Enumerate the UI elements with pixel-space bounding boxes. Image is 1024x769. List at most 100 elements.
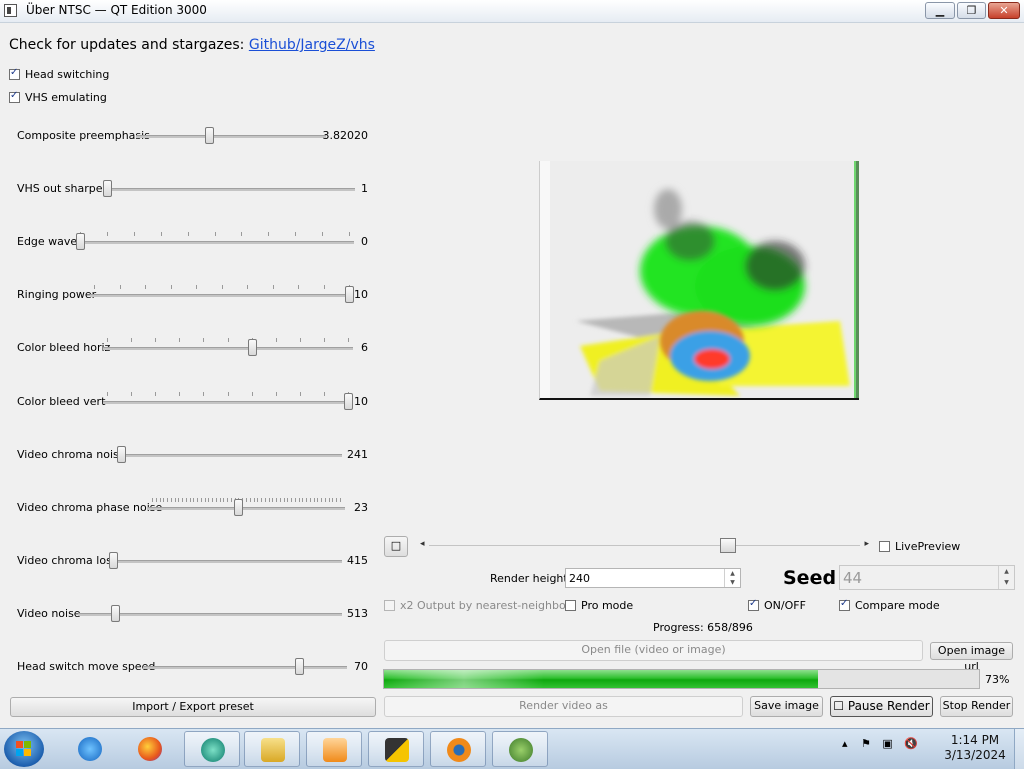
timeline-left-arrow-icon[interactable]: ◂: [420, 539, 425, 549]
volume-muted-icon[interactable]: 🔇: [904, 737, 918, 750]
slider-track[interactable]: [103, 338, 353, 358]
slider-groove: [103, 188, 355, 191]
preview-frame-art: [540, 161, 859, 398]
slider-track[interactable]: [90, 285, 354, 305]
slider-handle[interactable]: [344, 393, 353, 410]
slider-track[interactable]: [143, 657, 347, 677]
import-export-preset-button[interactable]: Import / Export preset: [10, 697, 376, 717]
minimize-button[interactable]: ▁: [925, 2, 955, 19]
slider-handle[interactable]: [103, 180, 112, 197]
slider-groove: [117, 454, 342, 457]
slider-handle[interactable]: [111, 605, 121, 622]
slider-handle[interactable]: [345, 286, 354, 303]
slider-track[interactable]: [103, 179, 355, 199]
pro-mode-checkbox[interactable]: Pro mode: [565, 599, 633, 612]
slider-handle[interactable]: [117, 446, 126, 463]
action-center-flag-icon[interactable]: ⚑: [861, 737, 871, 750]
slider-label: Video noise: [17, 607, 81, 620]
slider-track[interactable]: [148, 498, 345, 518]
checkbox-box[interactable]: [879, 541, 890, 552]
slider-track[interactable]: [76, 232, 354, 252]
compare-mode-checkbox[interactable]: Compare mode: [839, 598, 940, 612]
slider-row: Video chroma loss 415: [17, 551, 368, 571]
live-preview-label: LivePreview: [895, 540, 961, 553]
slider-track[interactable]: [103, 392, 353, 412]
checkbox-box[interactable]: [384, 600, 395, 611]
slider-handle[interactable]: [234, 499, 244, 516]
slider-track[interactable]: [136, 126, 326, 146]
show-hidden-icons-icon[interactable]: ▴: [842, 737, 848, 750]
show-desktop-button[interactable]: [1014, 729, 1024, 769]
slider-row: VHS out sharpen 1: [17, 179, 368, 199]
slider-value: 10: [354, 395, 368, 408]
open-file-button[interactable]: Open file (video or image): [384, 640, 923, 661]
stop-render-button[interactable]: Stop Render: [940, 696, 1013, 717]
slider-handle[interactable]: [109, 552, 118, 569]
timeline-right-arrow-icon[interactable]: ▸: [864, 539, 869, 549]
head-switching-checkbox[interactable]: Head switching: [9, 67, 110, 81]
slider-ticks: [103, 338, 353, 342]
slider-value: 10: [354, 288, 368, 301]
maximize-button[interactable]: ❐: [957, 2, 986, 19]
render-video-as-button[interactable]: Render video as: [384, 696, 743, 717]
open-image-url-button[interactable]: Open image url: [930, 642, 1013, 673]
blender-icon: [447, 738, 471, 762]
internet-explorer-taskbar-button[interactable]: [62, 731, 118, 767]
timeline-slider[interactable]: ◂ ▸: [417, 538, 872, 554]
slider-handle[interactable]: [295, 658, 305, 675]
slider-handle[interactable]: [76, 233, 85, 250]
checkbox-box[interactable]: [9, 67, 20, 80]
small-square-button[interactable]: □: [384, 536, 408, 557]
media-player-taskbar-button[interactable]: [306, 731, 362, 767]
close-button[interactable]: ✕: [988, 2, 1020, 19]
slider-row: Head switch move speed 70: [17, 657, 368, 677]
timeline-handle[interactable]: [719, 538, 736, 553]
slider-ticks: [76, 232, 354, 236]
network-icon[interactable]: ▣: [882, 737, 892, 750]
slider-track[interactable]: [109, 551, 342, 571]
clock[interactable]: 1:14 PM 3/13/2024: [940, 733, 1010, 763]
live-preview-checkbox[interactable]: LivePreview: [879, 540, 960, 553]
slider-label: Composite preemphasis: [17, 129, 150, 142]
title-bar: Über NTSC — QT Edition 3000 ▁ ❐ ✕: [0, 0, 1024, 23]
blender-taskbar-button[interactable]: [430, 731, 486, 767]
progress-percent: 73%: [985, 673, 1010, 686]
github-link[interactable]: Github/JargeZ/vhs: [249, 37, 375, 53]
clock-time: 1:14 PM: [950, 733, 1000, 747]
slider-groove: [103, 347, 353, 350]
seed-input[interactable]: 44 ▲ ▼: [839, 565, 1015, 590]
x2-output-checkbox[interactable]: x2 Output by nearest-neighbor: [384, 599, 570, 612]
seed-spin-arrows-icon[interactable]: ▲ ▼: [998, 566, 1014, 589]
checkbox-box[interactable]: [565, 600, 576, 611]
network-tool-taskbar-button[interactable]: [492, 731, 548, 767]
firefox-taskbar-button[interactable]: [122, 731, 178, 767]
timeline-groove: [429, 545, 860, 546]
browser-app-taskbar-button[interactable]: [184, 731, 240, 767]
slider-groove: [143, 666, 347, 669]
slider-track[interactable]: [78, 604, 342, 624]
slider-handle[interactable]: [247, 339, 257, 356]
vhs-emulating-checkbox[interactable]: VHS emulating: [9, 90, 107, 104]
updates-line: Check for updates and stargazes: Github/…: [9, 37, 375, 53]
checkbox-box[interactable]: [839, 598, 850, 611]
file-explorer-taskbar-button[interactable]: [244, 731, 300, 767]
vhs-app-taskbar-button[interactable]: [368, 731, 424, 767]
render-height-input[interactable]: 240 ▲ ▼: [565, 568, 741, 588]
on-off-checkbox[interactable]: ON/OFF: [748, 598, 806, 612]
slider-track[interactable]: [117, 445, 342, 465]
slider-label: Edge wave: [17, 235, 78, 248]
save-image-button[interactable]: Save image: [750, 696, 823, 717]
render-height-spin-arrows-icon[interactable]: ▲ ▼: [724, 569, 740, 587]
vhs-emulating-label: VHS emulating: [25, 91, 107, 104]
pause-render-button[interactable]: ☐ Pause Render: [830, 696, 933, 717]
render-height-value: 240: [569, 572, 590, 585]
slider-handle[interactable]: [204, 127, 214, 144]
checkbox-box[interactable]: [9, 90, 20, 103]
checkbox-box[interactable]: [748, 598, 759, 611]
slider-label: Color bleed vert: [17, 395, 106, 408]
start-button[interactable]: [4, 731, 44, 767]
app-icon: [4, 4, 17, 17]
pause-checkbox-icon: ☐: [833, 699, 845, 713]
head-switching-label: Head switching: [25, 68, 110, 81]
network-tool-icon: [509, 738, 533, 762]
